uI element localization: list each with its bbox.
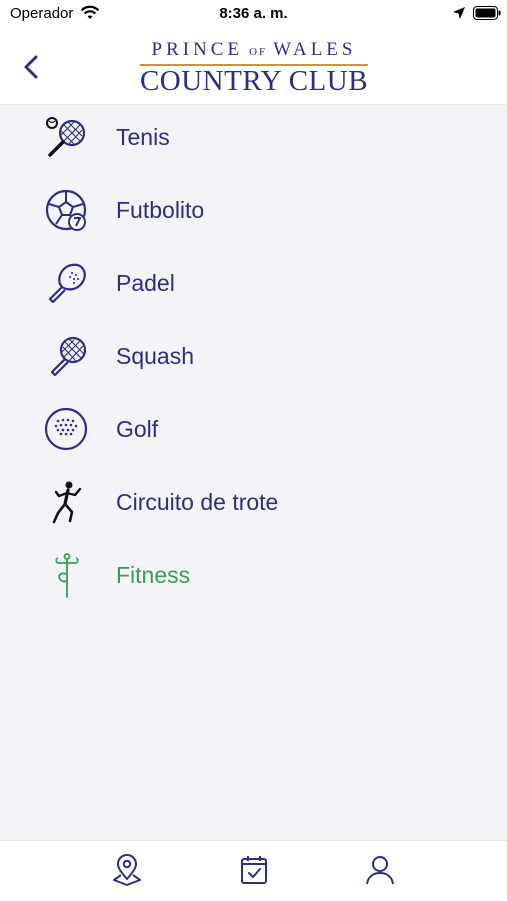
- status-bar: Operador 8:36 a. m.: [0, 0, 507, 28]
- bottom-tab-bar: [0, 840, 507, 901]
- calendar-check-icon: [241, 856, 267, 884]
- sport-label: Circuito de trote: [116, 489, 279, 515]
- logo-bottom-line: COUNTRY CLUB: [139, 65, 369, 97]
- golf-ball-icon: [44, 407, 90, 453]
- soccer-ball-icon: [44, 188, 90, 234]
- squash-racket-icon: [44, 334, 90, 380]
- sport-label: Tenis: [116, 124, 170, 150]
- logo-word-of: OF: [249, 46, 268, 58]
- tab-calendar[interactable]: [237, 853, 271, 887]
- location-pin-icon: [113, 854, 141, 886]
- padel-paddle-icon: [44, 261, 90, 307]
- user-profile-icon: [366, 856, 394, 885]
- list-item-fitness[interactable]: Fitness: [0, 544, 507, 604]
- list-item-circuito-de-trote[interactable]: Circuito de trote: [0, 471, 507, 531]
- back-button[interactable]: [14, 50, 48, 84]
- status-time: 8:36 a. m.: [219, 5, 288, 22]
- runner-icon: [44, 480, 90, 526]
- yoga-pose-icon: [44, 553, 90, 599]
- list-item-squash[interactable]: Squash: [0, 325, 507, 385]
- sport-label: Squash: [116, 343, 195, 369]
- logo-top-line: PRINCE OF WALES: [134, 40, 374, 62]
- list-item-futbolito[interactable]: Futbolito: [0, 179, 507, 239]
- sport-label: Golf: [116, 416, 159, 442]
- tennis-racket-icon: [44, 115, 90, 161]
- app-header: PRINCE OF WALES COUNTRY CLUB: [0, 28, 507, 105]
- logo-word-prince: PRINCE: [151, 39, 244, 60]
- sport-label: Futbolito: [116, 197, 205, 223]
- sport-label: Padel: [116, 270, 175, 296]
- tab-profile[interactable]: [363, 853, 397, 887]
- list-item-golf[interactable]: Golf: [0, 398, 507, 458]
- location-arrow-icon: [452, 6, 466, 25]
- logo-word-wales: WALES: [273, 39, 357, 60]
- tab-location[interactable]: [110, 853, 144, 887]
- chevron-left-icon: [24, 55, 38, 79]
- sport-label: Fitness: [116, 562, 191, 588]
- list-item-tenis[interactable]: Tenis: [0, 106, 507, 166]
- list-item-padel[interactable]: Padel: [0, 252, 507, 312]
- club-logo: PRINCE OF WALES COUNTRY CLUB: [134, 40, 374, 97]
- battery-icon: [473, 6, 501, 25]
